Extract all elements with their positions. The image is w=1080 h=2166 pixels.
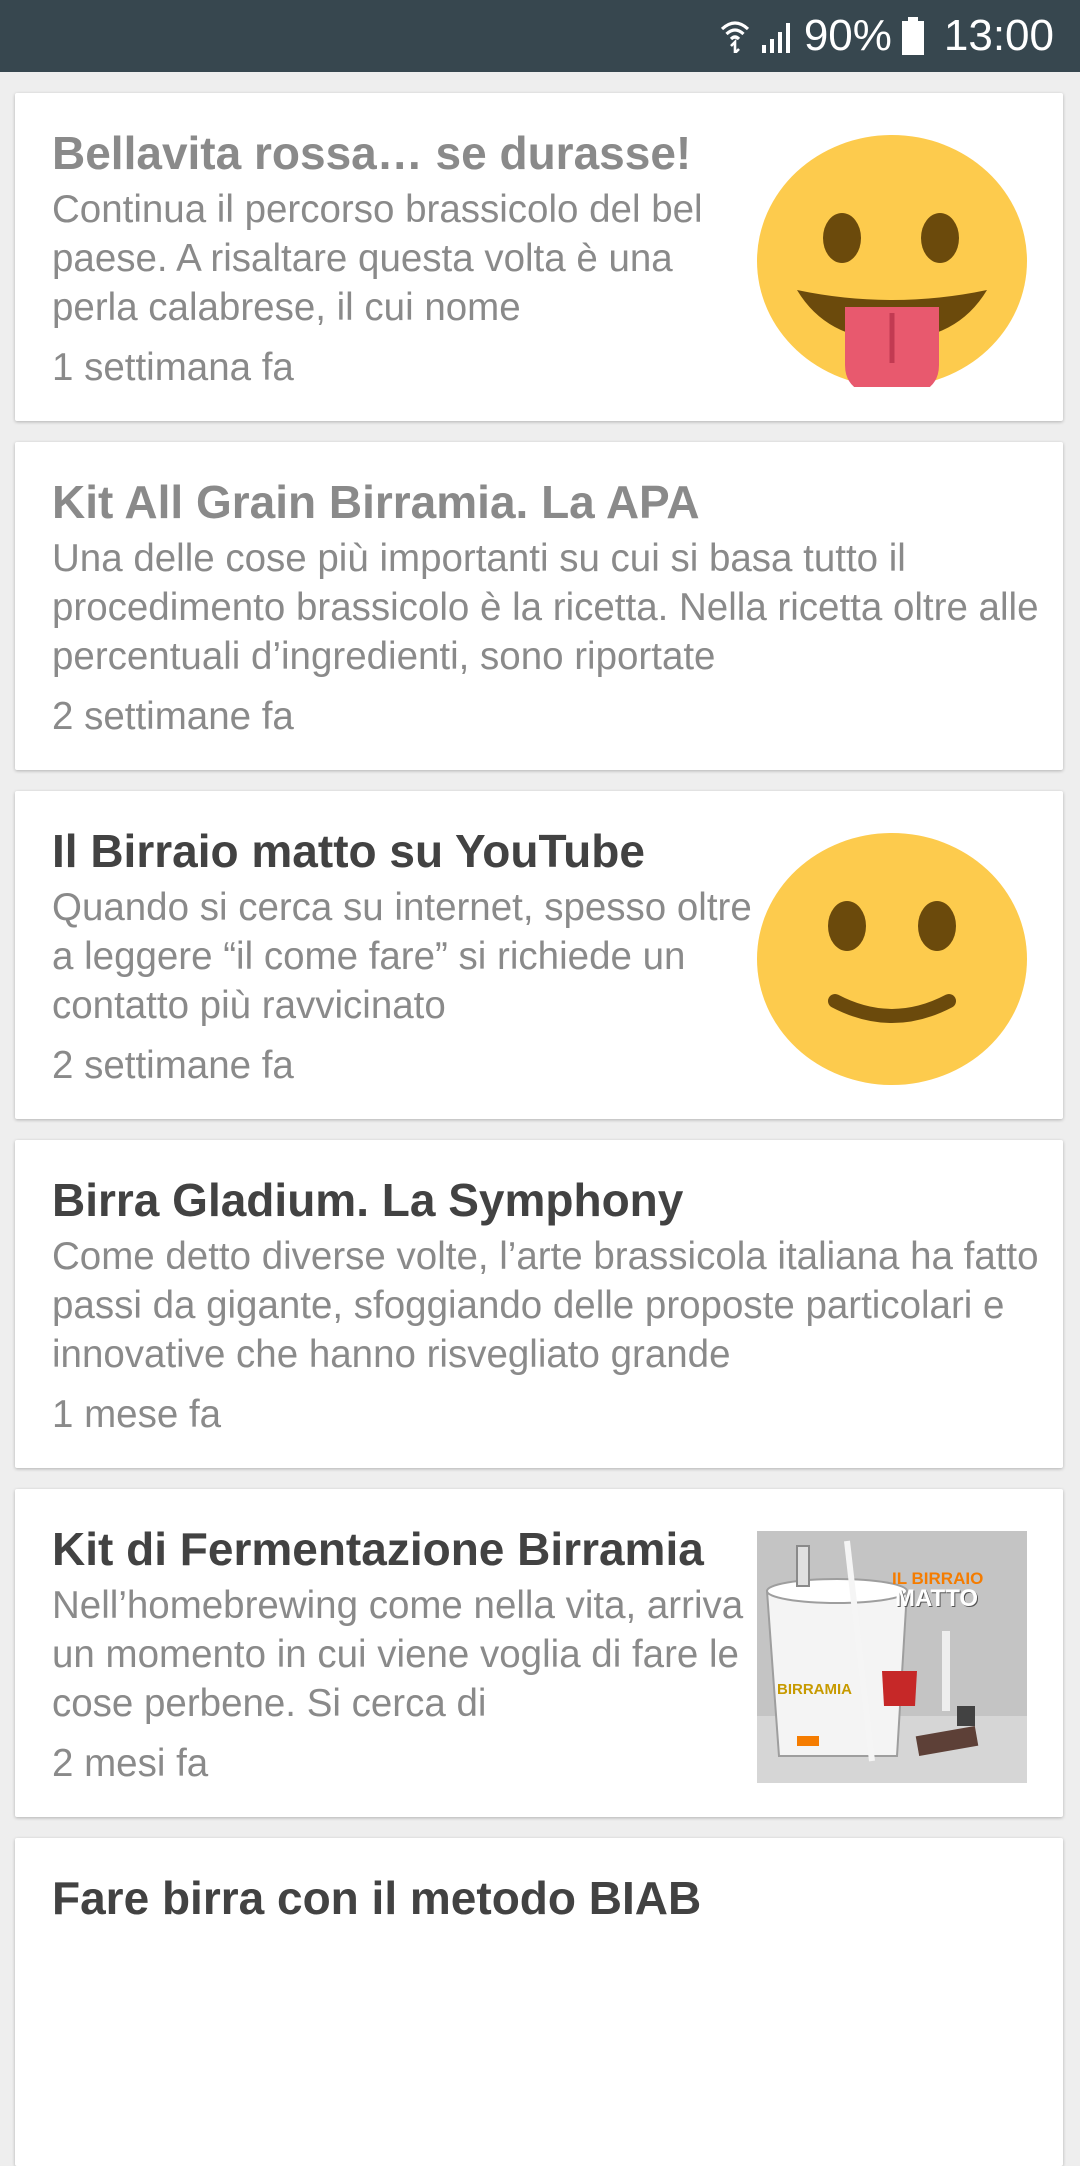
wifi-icon bbox=[720, 19, 750, 53]
article-date: 2 mesi fa bbox=[52, 1742, 209, 1785]
article-title: Birra Gladium. La Symphony bbox=[52, 1174, 684, 1226]
article-card[interactable]: Il Birraio matto su YouTube Quando si ce… bbox=[15, 791, 1063, 1119]
article-excerpt: Una delle cose più importanti su cui si … bbox=[52, 537, 1039, 678]
article-text: Birra Gladium. La Symphony Come detto di… bbox=[52, 1170, 1042, 1439]
article-excerpt: Nell’homebrewing come nella vita, arriva… bbox=[52, 1584, 744, 1725]
clock: 13:00 bbox=[943, 11, 1054, 60]
article-title: Kit All Grain Birramia. La APA bbox=[52, 476, 700, 528]
bucket-brand: BIRRAMIA bbox=[777, 1681, 852, 1698]
article-card[interactable]: Kit All Grain Birramia. La APA Una delle… bbox=[15, 442, 1063, 770]
article-text: Kit di Fermentazione Birramia Nell’homeb… bbox=[52, 1519, 752, 1788]
article-date: 1 mese fa bbox=[52, 1393, 222, 1436]
tongue-emoji-icon bbox=[757, 135, 1027, 387]
article-title: Il Birraio matto su YouTube bbox=[52, 825, 645, 877]
battery-percent: 90% bbox=[803, 11, 892, 60]
article-title: Bellavita rossa… se durasse! bbox=[52, 127, 692, 179]
article-excerpt: Come detto diverse volte, l’arte brassic… bbox=[52, 1235, 1039, 1376]
article-excerpt: Quando si cerca su internet, spesso oltr… bbox=[52, 886, 752, 1027]
article-excerpt: Continua il percorso brassicolo del bel … bbox=[52, 188, 703, 329]
article-card[interactable]: Kit di Fermentazione Birramia Nell’homeb… bbox=[15, 1489, 1063, 1817]
fermentation-kit-photo: IL BIRRAIO MATTO BIRRAMIA bbox=[757, 1531, 1027, 1783]
article-title: Kit di Fermentazione Birramia bbox=[52, 1523, 704, 1575]
signal-icon bbox=[760, 19, 794, 53]
article-text: Bellavita rossa… se durasse! Continua il… bbox=[52, 123, 752, 392]
article-date: 2 settimane fa bbox=[52, 695, 294, 738]
article-date: 2 settimane fa bbox=[52, 1044, 294, 1087]
article-card[interactable]: Bellavita rossa… se durasse! Continua il… bbox=[15, 93, 1063, 421]
status-bar: 90% 13:00 bbox=[0, 0, 1080, 72]
article-date: 1 settimana fa bbox=[52, 346, 294, 389]
smile-emoji-icon bbox=[757, 833, 1027, 1085]
article-text: Fare birra con il metodo BIAB bbox=[52, 1868, 1042, 1928]
article-text: Kit All Grain Birramia. La APA Una delle… bbox=[52, 472, 1042, 741]
article-card[interactable]: Fare birra con il metodo BIAB bbox=[15, 1838, 1063, 2166]
logo-line2: MATTO bbox=[895, 1585, 979, 1612]
article-text: Il Birraio matto su YouTube Quando si ce… bbox=[52, 821, 752, 1090]
battery-icon bbox=[901, 17, 924, 55]
article-card[interactable]: Birra Gladium. La Symphony Come detto di… bbox=[15, 1140, 1063, 1468]
article-title: Fare birra con il metodo BIAB bbox=[52, 1872, 702, 1924]
